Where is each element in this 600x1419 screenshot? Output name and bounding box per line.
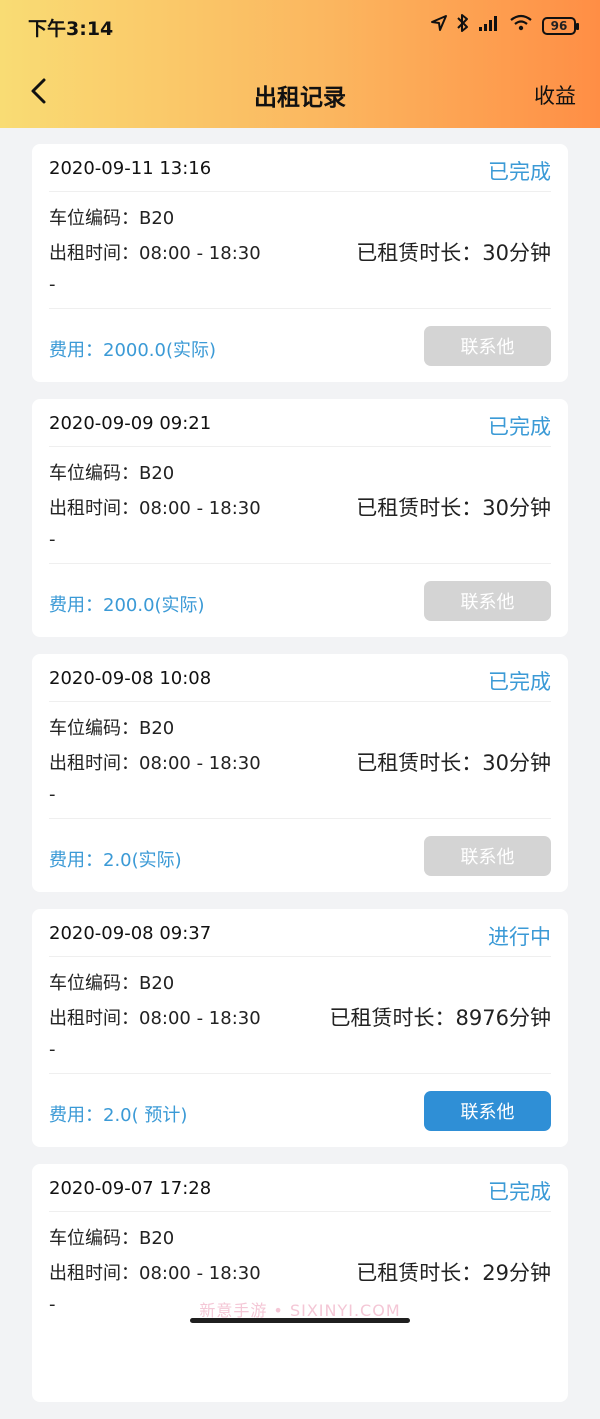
rental-record-card: 2020-09-09 09:21 已完成 车位编码：B20 出租时间：08:00… xyxy=(32,399,568,637)
divider xyxy=(49,308,551,309)
fee-amount: 费用：2000.0(实际) xyxy=(49,340,217,361)
fee-amount: 费用：200.0(实际) xyxy=(49,595,205,616)
location-icon xyxy=(430,14,448,39)
rental-duration: 已租赁时长：30分钟 xyxy=(356,751,551,775)
contact-button[interactable]: 联系他 xyxy=(424,1091,551,1131)
header: 下午3:14 96 出租记录 收益 xyxy=(0,0,600,128)
signal-icon xyxy=(478,14,500,39)
nav-bar: 出租记录 收益 xyxy=(0,60,600,126)
rental-period: 出租时间：08:00 - 18:30 xyxy=(49,498,261,519)
rental-record-card: 2020-09-07 17:28 已完成 车位编码：B20 出租时间：08:00… xyxy=(32,1164,568,1402)
rental-duration: 已租赁时长：8976分钟 xyxy=(329,1006,551,1030)
record-status: 进行中 xyxy=(488,925,551,949)
rental-record-card: 2020-09-08 09:37 进行中 车位编码：B20 出租时间：08:00… xyxy=(32,909,568,1147)
contact-button[interactable]: 联系他 xyxy=(424,581,551,621)
placeholder-dash: - xyxy=(49,274,56,295)
record-datetime: 2020-09-09 09:21 xyxy=(49,413,212,434)
bluetooth-icon xyxy=(457,13,469,40)
rental-duration: 已租赁时长：30分钟 xyxy=(356,496,551,520)
home-indicator xyxy=(190,1318,410,1323)
parking-space-code: 车位编码：B20 xyxy=(49,718,175,739)
rental-record-list: 2020-09-11 13:16 已完成 车位编码：B20 出租时间：08:00… xyxy=(32,144,568,1419)
placeholder-dash: - xyxy=(49,1039,56,1060)
parking-space-code: 车位编码：B20 xyxy=(49,463,175,484)
wifi-icon xyxy=(509,14,533,39)
income-link[interactable]: 收益 xyxy=(534,80,576,110)
record-status: 已完成 xyxy=(488,670,551,694)
fee-amount: 费用：2.0(实际) xyxy=(49,850,182,871)
rental-period: 出租时间：08:00 - 18:30 xyxy=(49,1008,261,1029)
record-status: 已完成 xyxy=(488,415,551,439)
divider xyxy=(49,956,551,957)
status-time: 下午3:14 xyxy=(28,18,114,40)
status-icons: 96 xyxy=(430,13,579,40)
record-datetime: 2020-09-08 09:37 xyxy=(49,923,212,944)
placeholder-dash: - xyxy=(49,784,56,805)
divider xyxy=(49,1073,551,1074)
divider xyxy=(49,563,551,564)
record-datetime: 2020-09-11 13:16 xyxy=(49,158,212,179)
rental-period: 出租时间：08:00 - 18:30 xyxy=(49,753,261,774)
status-bar: 下午3:14 96 xyxy=(0,0,600,52)
rental-period: 出租时间：08:00 - 18:30 xyxy=(49,1263,261,1284)
divider xyxy=(49,446,551,447)
contact-button[interactable]: 联系他 xyxy=(424,326,551,366)
placeholder-dash: - xyxy=(49,529,56,550)
battery-icon: 96 xyxy=(542,17,579,35)
parking-space-code: 车位编码：B20 xyxy=(49,973,175,994)
page-title: 出租记录 xyxy=(254,85,346,111)
fee-amount: 费用：2.0( 预计) xyxy=(49,1105,188,1126)
divider xyxy=(49,701,551,702)
rental-period: 出租时间：08:00 - 18:30 xyxy=(49,243,261,264)
divider xyxy=(49,818,551,819)
rental-record-card: 2020-09-08 10:08 已完成 车位编码：B20 出租时间：08:00… xyxy=(32,654,568,892)
record-status: 已完成 xyxy=(488,1180,551,1204)
rental-duration: 已租赁时长：30分钟 xyxy=(356,241,551,265)
parking-space-code: 车位编码：B20 xyxy=(49,208,175,229)
record-status: 已完成 xyxy=(488,160,551,184)
parking-space-code: 车位编码：B20 xyxy=(49,1228,175,1249)
divider xyxy=(49,191,551,192)
record-datetime: 2020-09-07 17:28 xyxy=(49,1178,212,1199)
divider xyxy=(49,1211,551,1212)
record-datetime: 2020-09-08 10:08 xyxy=(49,668,212,689)
contact-button[interactable]: 联系他 xyxy=(424,836,551,876)
rental-record-card: 2020-09-11 13:16 已完成 车位编码：B20 出租时间：08:00… xyxy=(32,144,568,382)
rental-duration: 已租赁时长：29分钟 xyxy=(356,1261,551,1285)
